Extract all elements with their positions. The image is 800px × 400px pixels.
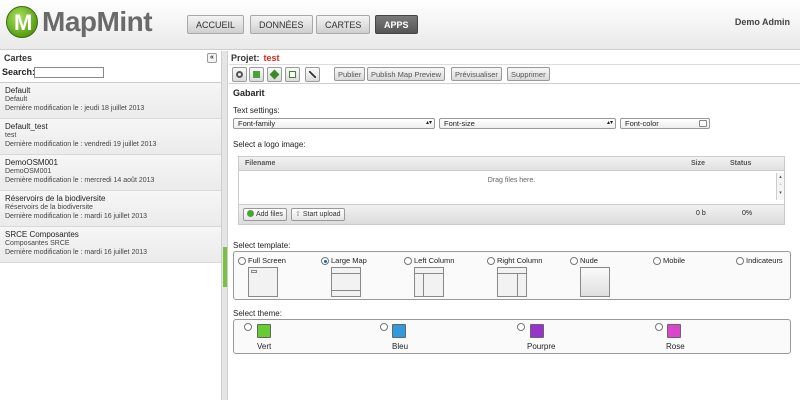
map-item-name: Default [5,86,31,95]
start-upload-button[interactable]: ⇧ Start upload [291,208,345,221]
map-item-modified: Dernière modification le : mardi 16 juil… [5,213,148,220]
map-item-name: SRCE Composantes [5,230,79,239]
search-row: Search: [0,65,221,83]
upload-drop-zone[interactable]: Drag files here. ▴ ▫ ▾ [239,171,784,204]
add-files-button[interactable]: Add files [243,208,287,221]
theme-label: Select theme: [233,309,282,318]
green-swatch[interactable] [257,324,271,338]
blue-swatch[interactable] [392,324,406,338]
template-label: Select template: [233,241,291,250]
document-icon[interactable] [285,67,300,82]
upload-scrollbar[interactable]: ▴ ▫ ▾ [776,173,784,200]
map-item-modified: Dernière modification le : mercredi 14 a… [5,177,155,184]
delete-button[interactable]: Supprimer [507,67,550,81]
upload-total-size: 0 b [696,210,706,217]
map-list-item[interactable]: SRCE Composantes Composantes SRCE Dernière… [0,227,221,263]
search-input[interactable] [34,67,104,78]
section-title: Gabarit [233,88,265,98]
splitter-handle[interactable] [223,247,227,287]
map-list: Default Default Dernière modification le :… [0,83,221,263]
upload-total-status: 0% [742,210,753,217]
theme-radio[interactable] [517,323,525,331]
text-settings-label: Text settings: [233,106,280,115]
map-item-name: DemoOSM001 [5,158,58,167]
add-icon [247,210,254,217]
font-family-select[interactable]: Font-family ▴▾ [233,118,435,129]
template-radio[interactable] [487,257,495,265]
theme-radio[interactable] [655,323,663,331]
map-item-modified: Dernière modification le : mardi 16 juil… [5,249,148,256]
collapse-icon[interactable]: « [207,53,217,63]
map-item-desc: Default [5,96,28,103]
color-swatch-box[interactable] [699,120,707,127]
mapmint-logo-icon: M [6,6,38,38]
upload-header: Filename Size Status [239,157,784,171]
project-header: Projet: test [229,51,800,65]
map-list-item[interactable]: Default Default Dernière modification le :… [0,83,221,119]
theme-radio[interactable] [380,323,388,331]
theme-selector: Vert Bleu Pourpre Rose [233,319,791,354]
publish-button[interactable]: Publier [334,67,366,81]
template-radio[interactable] [570,257,578,265]
dropdown-arrow-icon: ▴▾ [606,120,613,126]
tools-icon[interactable] [305,67,320,82]
template-radio[interactable] [653,257,661,265]
user-name[interactable]: Demo Admin [735,17,790,27]
panel-splitter[interactable] [222,51,228,400]
upload-widget: Filename Size Status Drag files here. ▴ ▫… [238,156,785,225]
top-bar: M MapMint ACCUEIL DONNÉES CARTES APPS De… [0,0,800,50]
layers-icon[interactable] [267,67,282,82]
template-thumbnail[interactable] [497,267,527,297]
search-label: Search: [2,67,36,77]
nav-cartes[interactable]: CARTES [316,15,371,34]
main-panel: Projet: test Publier Publish Map Preview … [229,51,800,400]
font-size-select[interactable]: Font-size ▴▾ [439,118,616,129]
template-thumbnail[interactable] [414,267,444,297]
maps-sidebar: Cartes « Search: Default Default Dernière … [0,51,222,400]
nav-apps[interactable]: APPS [375,15,418,34]
publish-preview-button[interactable]: Publish Map Preview [367,67,446,81]
map-list-item[interactable]: Default_test test Dernière modification le… [0,119,221,155]
logo-label: Select a logo image: [233,140,306,149]
app-logo-text: MapMint [42,6,153,37]
map-list-item[interactable]: Réservoirs de la biodiversite Réservoirs … [0,191,221,227]
nav-donnees[interactable]: DONNÉES [250,15,313,34]
dropdown-arrow-icon: ▴▾ [425,120,432,126]
settings-icon[interactable] [232,67,247,82]
template-radio[interactable] [404,257,412,265]
project-toolbar: Publier Publish Map Preview Prévisualise… [229,66,800,84]
map-item-modified: Dernière modification le : vendredi 19 j… [5,141,157,148]
map-icon[interactable] [249,67,264,82]
template-thumbnail[interactable] [331,267,361,297]
upload-arrow-icon: ⇧ [295,211,301,218]
upload-footer: Add files ⇧ Start upload 0 b 0% [239,204,784,224]
map-item-modified: Dernière modification le : jeudi 18 juil… [5,105,145,112]
map-item-desc: DemoOSM001 [5,168,52,175]
nav-accueil[interactable]: ACCUEIL [187,15,245,34]
map-item-desc: test [5,132,17,139]
template-radio[interactable] [238,257,246,265]
preview-button[interactable]: Prévisualiser [451,67,502,81]
map-item-desc: Réservoirs de la biodiversite [5,204,93,211]
map-item-desc: Composantes SRCE [5,240,70,247]
theme-radio[interactable] [244,323,252,331]
template-thumbnail[interactable] [248,267,278,297]
map-item-name: Default_test [5,122,48,131]
pink-swatch[interactable] [667,324,681,338]
project-name: test [263,53,280,63]
font-color-picker[interactable]: Font-color [620,118,710,129]
template-selector: Full Screen Large Map Left Column Right … [233,251,791,300]
map-item-name: Réservoirs de la biodiversite [5,194,106,203]
template-thumbnail[interactable] [580,267,610,297]
template-radio[interactable] [321,257,329,265]
sidebar-title: Cartes « [0,51,221,65]
template-radio[interactable] [736,257,744,265]
purple-swatch[interactable] [530,324,544,338]
map-list-item[interactable]: DemoOSM001 DemoOSM001 Dernière modificatio… [0,155,221,191]
